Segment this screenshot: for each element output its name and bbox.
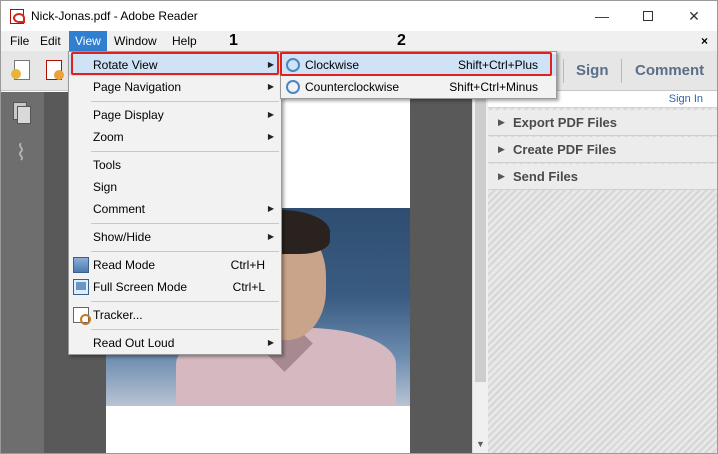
menu-item-read-mode[interactable]: Read Mode Ctrl+H (69, 254, 281, 276)
menu-edit[interactable]: Edit (34, 31, 67, 51)
maximize-icon (643, 11, 653, 21)
expand-triangle-icon: ▶ (498, 117, 505, 127)
step-2-label: 2 (397, 32, 406, 49)
submenu-arrow-icon: ▶ (267, 110, 274, 119)
pdf-app-icon (10, 9, 25, 24)
menu-item-page-display[interactable]: Page Display ▶ (69, 104, 281, 126)
menu-item-label: Tracker... (93, 308, 143, 322)
submenu-arrow-icon: ▶ (267, 232, 274, 241)
menu-item-shortcut: Ctrl+L (232, 280, 265, 294)
menu-item-label: Counterclockwise (305, 80, 400, 94)
menu-item-zoom[interactable]: Zoom ▶ (69, 126, 281, 148)
view-menu-dropdown: Rotate View ▶ Page Navigation ▶ Page Dis… (68, 51, 282, 355)
create-pdf-icon[interactable] (43, 59, 67, 83)
menu-separator (91, 251, 279, 252)
menu-item-label: Full Screen Mode (93, 280, 188, 294)
tools-pane: Sign In ▶ Export PDF Files ▶ Create PDF … (488, 92, 717, 453)
menu-item-label: Show/Hide (93, 230, 152, 244)
export-pdf-section[interactable]: ▶ Export PDF Files (488, 110, 717, 136)
read-mode-icon (73, 257, 89, 273)
close-document-icon[interactable]: × (701, 34, 708, 48)
section-label: Send Files (513, 169, 579, 184)
menu-item-comment[interactable]: Comment ▶ (69, 198, 281, 220)
menu-item-page-navigation[interactable]: Page Navigation ▶ (69, 76, 281, 98)
menu-item-label: Read Mode (93, 258, 156, 272)
menu-help[interactable]: Help (166, 31, 203, 51)
menu-separator (91, 151, 279, 152)
expand-triangle-icon: ▶ (498, 171, 505, 181)
menu-item-sign[interactable]: Sign (69, 176, 281, 198)
submenu-arrow-icon: ▶ (267, 82, 274, 91)
page-thumbnails-icon[interactable] (11, 102, 31, 124)
window-title: Nick-Jonas.pdf - Adobe Reader (31, 9, 198, 23)
step-2-highlight-box (280, 52, 552, 76)
minimize-button[interactable]: — (579, 1, 625, 31)
menu-item-show-hide[interactable]: Show/Hide ▶ (69, 226, 281, 248)
full-screen-icon (73, 279, 89, 295)
menu-separator (91, 301, 279, 302)
navigation-pane: ⌇ (1, 92, 44, 453)
scrollbar-thumb[interactable] (475, 96, 486, 382)
menu-item-label: Page Navigation (93, 80, 182, 94)
menu-item-tracker[interactable]: Tracker... (69, 304, 281, 326)
sign-in-link[interactable]: Sign In (669, 93, 703, 105)
section-label: Export PDF Files (513, 115, 618, 130)
section-label: Create PDF Files (513, 142, 617, 157)
create-pdf-section[interactable]: ▶ Create PDF Files (488, 137, 717, 163)
toolbar-divider (621, 59, 622, 83)
comment-button[interactable]: Comment (635, 62, 704, 79)
menu-view[interactable]: View (69, 31, 107, 51)
submenu-arrow-icon: ▶ (267, 204, 274, 213)
menu-item-label: Comment (93, 202, 146, 216)
menu-file[interactable]: File (4, 31, 35, 51)
menu-separator (91, 101, 279, 102)
step-1-highlight-box (71, 52, 279, 75)
submenu-arrow-icon: ▶ (267, 338, 274, 347)
menu-item-read-out-loud[interactable]: Read Out Loud ▶ (69, 332, 281, 354)
menu-item-label: Page Display (93, 108, 164, 122)
menu-item-label: Zoom (93, 130, 124, 144)
menu-window[interactable]: Window (108, 31, 163, 51)
toolbar-divider (563, 59, 564, 83)
menu-item-shortcut: Ctrl+H (230, 258, 265, 272)
sign-button[interactable]: Sign (576, 62, 609, 79)
title-bar: Nick-Jonas.pdf - Adobe Reader — ✕ (1, 1, 717, 31)
menu-bar: File Edit View Window Help × (1, 31, 717, 51)
scroll-down-icon[interactable]: ▼ (476, 439, 485, 449)
send-files-section[interactable]: ▶ Send Files (488, 164, 717, 190)
expand-triangle-icon: ▶ (498, 144, 505, 154)
app-window: Nick-Jonas.pdf - Adobe Reader — ✕ File E… (0, 0, 718, 454)
rotate-counterclockwise-icon (286, 80, 300, 94)
maximize-button[interactable] (625, 1, 671, 31)
vertical-scrollbar[interactable]: ▼ (472, 92, 488, 453)
menu-item-label: Sign (93, 180, 118, 194)
submenu-arrow-icon: ▶ (267, 132, 274, 141)
menu-item-counterclockwise[interactable]: Counterclockwise Shift+Ctrl+Minus (281, 76, 556, 98)
menu-item-label: Tools (93, 158, 122, 172)
menu-item-shortcut: Shift+Ctrl+Minus (449, 80, 538, 94)
tracker-icon (73, 307, 91, 325)
menu-separator (91, 223, 279, 224)
menu-item-tools[interactable]: Tools (69, 154, 281, 176)
close-button[interactable]: ✕ (671, 1, 717, 31)
menu-separator (91, 329, 279, 330)
menu-item-label: Read Out Loud (93, 336, 175, 350)
step-1-label: 1 (229, 32, 238, 49)
attachments-icon[interactable]: ⌇ (11, 142, 31, 164)
open-file-icon[interactable] (11, 59, 35, 83)
menu-item-full-screen-mode[interactable]: Full Screen Mode Ctrl+L (69, 276, 281, 298)
